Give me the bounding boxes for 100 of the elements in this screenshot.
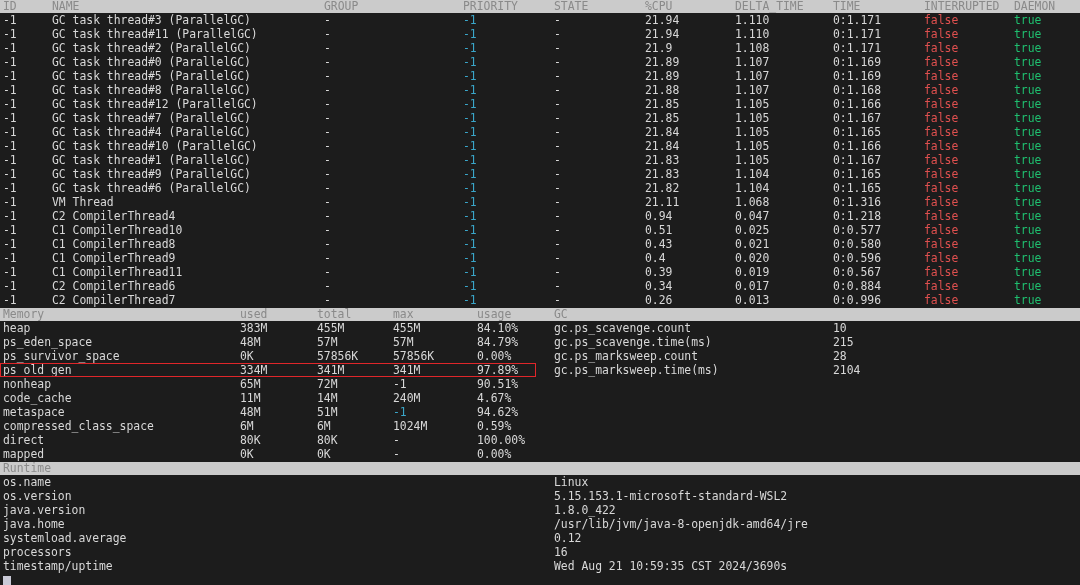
table-cell-text: true xyxy=(1014,139,1043,153)
table-cell-text: 0:1.166 xyxy=(833,97,882,111)
table-cell-text: -1 xyxy=(463,265,478,279)
table-cell-text: - xyxy=(393,433,401,447)
table-cell-text: 21.88 xyxy=(645,83,681,97)
table-cell-text: true xyxy=(1014,97,1043,111)
table-cell-text: 0.39 xyxy=(645,265,674,279)
table-cell-text: - xyxy=(554,13,562,27)
table-cell-text: 0.047 xyxy=(735,209,771,223)
table-cell-text: false xyxy=(924,237,960,251)
table-cell-text: - xyxy=(324,27,332,41)
table-cell-text: 334M xyxy=(240,363,269,377)
table-cell-text: 21.89 xyxy=(645,55,681,69)
table-cell-text: 0:1.171 xyxy=(833,27,882,41)
table-cell-text: 1.108 xyxy=(735,41,771,55)
table-cell-text: 80K xyxy=(240,433,262,447)
table-cell-text: 1.105 xyxy=(735,97,771,111)
table-cell-text: - xyxy=(554,265,562,279)
table-cell-text: - xyxy=(324,13,332,27)
table-cell-text: 1.105 xyxy=(735,139,771,153)
table-cell-text: 90.51% xyxy=(477,377,520,391)
table-cell-text: GC task thread#4 (ParallelGC) xyxy=(52,125,252,139)
table-cell-text: 0:1.169 xyxy=(833,55,882,69)
metric-name: gc.ps_scavenge.time(ms) xyxy=(554,335,713,349)
table-cell-text: -1 xyxy=(463,111,478,125)
table-cell-text: -1 xyxy=(463,237,478,251)
table-cell-text: false xyxy=(924,111,960,125)
table-cell-text: - xyxy=(554,97,562,111)
table-cell-text: 455M xyxy=(393,321,422,335)
table-cell-text: 0.26 xyxy=(645,293,674,307)
table-cell-text: -1 xyxy=(3,251,18,265)
table-cell-text: 84.10% xyxy=(477,321,520,335)
table-cell-text: 1.107 xyxy=(735,83,771,97)
table-cell-text: 21.83 xyxy=(645,153,681,167)
table-cell-text: - xyxy=(554,195,562,209)
table-cell-text: - xyxy=(554,237,562,251)
table-cell-text: 0:1.316 xyxy=(833,195,882,209)
table-cell-text: true xyxy=(1014,83,1043,97)
table-cell-text: 65M xyxy=(240,377,262,391)
table-cell-text: - xyxy=(324,195,332,209)
table-cell-text: 0K xyxy=(240,447,255,461)
table-cell-text: 100.00% xyxy=(477,433,526,447)
table-cell-text: false xyxy=(924,13,960,27)
table-cell-text: -1 xyxy=(463,167,478,181)
table-cell-text: true xyxy=(1014,55,1043,69)
table-cell-text: 0.51 xyxy=(645,223,674,237)
table-cell-text: 0.4 xyxy=(645,251,667,265)
table-cell-text: 0.013 xyxy=(735,293,771,307)
table-cell-text: - xyxy=(554,223,562,237)
table-cell-text: - xyxy=(554,167,562,181)
column-header: INTERRUPTED xyxy=(924,0,1001,13)
table-cell-text: false xyxy=(924,69,960,83)
table-cell-text: 0.94 xyxy=(645,209,674,223)
table-cell-text: metaspace xyxy=(3,405,66,419)
table-cell-text: 0:1.171 xyxy=(833,13,882,27)
table-cell-text: false xyxy=(924,153,960,167)
table-cell-text: false xyxy=(924,251,960,265)
table-cell-text: C1 CompilerThread11 xyxy=(52,265,184,279)
table-cell-text: - xyxy=(324,139,332,153)
table-cell-text: - xyxy=(324,279,332,293)
table-cell-text: 0:0.996 xyxy=(833,293,882,307)
table-cell-text: true xyxy=(1014,125,1043,139)
property-name: os.version xyxy=(3,489,73,503)
table-cell-text: - xyxy=(554,55,562,69)
table-cell-text: 94.62% xyxy=(477,405,520,419)
table-cell-text: C1 CompilerThread10 xyxy=(52,223,184,237)
table-cell-text: - xyxy=(554,293,562,307)
table-cell-text: ps_eden_space xyxy=(3,335,94,349)
table-cell-text: -1 xyxy=(3,41,18,55)
table-cell-text: 1.105 xyxy=(735,111,771,125)
table-cell-text: 1.105 xyxy=(735,125,771,139)
table-cell-text: -1 xyxy=(463,13,478,27)
table-cell-text: 84.79% xyxy=(477,335,520,349)
property-name: processors xyxy=(3,545,73,559)
table-cell-text: -1 xyxy=(463,195,478,209)
table-cell-text: - xyxy=(324,237,332,251)
table-cell-text: - xyxy=(554,251,562,265)
table-cell-text: -1 xyxy=(393,405,408,419)
table-cell-text: VM Thread xyxy=(52,195,115,209)
table-cell-text: 21.84 xyxy=(645,139,681,153)
property-value: Wed Aug 21 10:59:35 CST 2024/3690s xyxy=(554,559,789,573)
table-cell-text: 21.9 xyxy=(645,41,674,55)
table-cell-text: -1 xyxy=(463,293,478,307)
table-cell-text: GC task thread#0 (ParallelGC) xyxy=(52,55,252,69)
table-cell-text: true xyxy=(1014,237,1043,251)
table-cell-text: false xyxy=(924,27,960,41)
table-cell-text: false xyxy=(924,55,960,69)
table-cell-text: direct xyxy=(3,433,46,447)
table-cell-text: - xyxy=(554,153,562,167)
table-cell-text: -1 xyxy=(463,209,478,223)
table-cell-text: true xyxy=(1014,223,1043,237)
table-cell-text: 1.107 xyxy=(735,69,771,83)
table-cell-text: true xyxy=(1014,265,1043,279)
table-cell-text: false xyxy=(924,293,960,307)
table-cell-text: 0:1.171 xyxy=(833,41,882,55)
table-cell-text: ps_survivor_space xyxy=(3,349,121,363)
table-cell-text: GC task thread#12 (ParallelGC) xyxy=(52,97,259,111)
property-value: 0.12 xyxy=(554,531,583,545)
table-cell-text: - xyxy=(554,139,562,153)
table-cell-text: 21.89 xyxy=(645,69,681,83)
